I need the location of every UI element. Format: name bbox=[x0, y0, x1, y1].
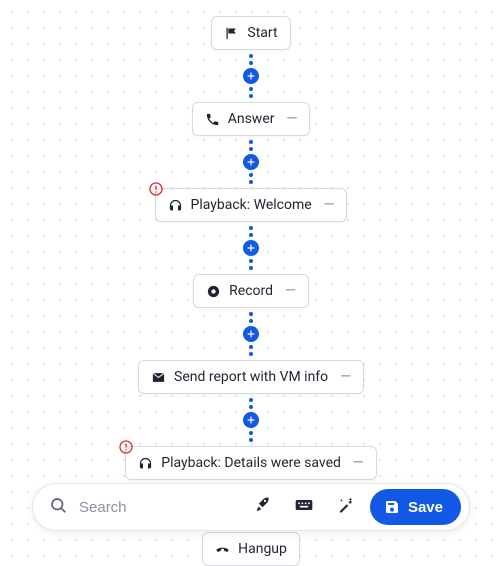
node-hangup[interactable]: Hangup bbox=[202, 532, 300, 566]
collapse-toggle[interactable]: — bbox=[353, 456, 364, 470]
node-answer[interactable]: Answer — bbox=[192, 102, 311, 136]
envelope-icon bbox=[151, 370, 166, 385]
search-input[interactable] bbox=[77, 498, 238, 517]
save-button[interactable]: Save bbox=[370, 489, 461, 525]
search-icon bbox=[49, 496, 67, 518]
node-pb2[interactable]: Playback: Details were saved — bbox=[125, 446, 376, 480]
node-label: Record bbox=[229, 283, 273, 299]
magic-button[interactable] bbox=[328, 489, 364, 525]
warning-icon bbox=[118, 439, 134, 455]
node-label: Playback: Details were saved bbox=[161, 455, 341, 471]
node-start[interactable]: Start bbox=[211, 16, 290, 50]
connector bbox=[243, 222, 259, 274]
magic-wand-icon bbox=[337, 496, 355, 518]
node-record[interactable]: Record — bbox=[193, 274, 309, 308]
node-pb1[interactable]: Playback: Welcome — bbox=[155, 188, 348, 222]
headphones-icon bbox=[168, 198, 183, 213]
node-label: Send report with VM info bbox=[174, 369, 328, 385]
headphones-icon bbox=[138, 456, 153, 471]
flag-icon bbox=[224, 26, 239, 41]
launch-button[interactable] bbox=[244, 489, 280, 525]
collapse-toggle[interactable]: — bbox=[285, 284, 296, 298]
node-label: Answer bbox=[228, 111, 275, 127]
search-wrap bbox=[49, 496, 238, 518]
save-label: Save bbox=[408, 499, 443, 516]
warning-icon bbox=[148, 181, 164, 197]
collapse-toggle[interactable]: — bbox=[286, 112, 297, 126]
node-report[interactable]: Send report with VM info — bbox=[138, 360, 364, 394]
add-step-button[interactable] bbox=[243, 326, 259, 342]
phone-icon bbox=[205, 112, 220, 127]
add-step-button[interactable] bbox=[243, 68, 259, 84]
keyboard-button[interactable] bbox=[286, 489, 322, 525]
collapse-toggle[interactable]: — bbox=[340, 370, 351, 384]
bottom-toolbar: Save bbox=[32, 483, 470, 531]
connector bbox=[243, 50, 259, 102]
record-icon bbox=[206, 284, 221, 299]
node-label: Start bbox=[247, 25, 277, 41]
add-step-button[interactable] bbox=[243, 154, 259, 170]
node-label: Hangup bbox=[238, 541, 287, 557]
node-label: Playback: Welcome bbox=[191, 197, 312, 213]
keyboard-icon bbox=[294, 495, 314, 519]
rocket-icon bbox=[253, 496, 271, 518]
phone-down-icon bbox=[215, 542, 230, 557]
connector bbox=[243, 136, 259, 188]
add-step-button[interactable] bbox=[243, 412, 259, 428]
collapse-toggle[interactable]: — bbox=[324, 198, 335, 212]
connector bbox=[243, 394, 259, 446]
flow-canvas[interactable]: StartAnswer—Playback: Welcome—Record—Sen… bbox=[0, 0, 502, 559]
add-step-button[interactable] bbox=[243, 240, 259, 256]
save-icon bbox=[384, 499, 400, 515]
connector bbox=[243, 308, 259, 360]
